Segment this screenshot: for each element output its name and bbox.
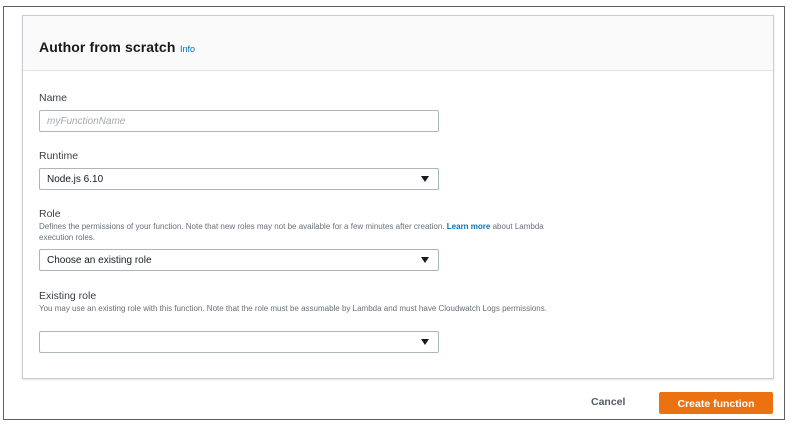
runtime-select[interactable]: Node.js 6.10 (39, 168, 439, 190)
info-link[interactable]: Info (180, 44, 195, 54)
panel-title: Author from scratch (39, 39, 176, 55)
role-selected-value: Choose an existing role (47, 255, 152, 266)
cancel-button[interactable]: Cancel (591, 396, 625, 408)
existing-role-description: You may use an existing role with this f… (39, 304, 547, 313)
caret-down-icon (421, 176, 429, 182)
runtime-selected-value: Node.js 6.10 (47, 174, 104, 185)
panel-header: Author from scratch Info (23, 16, 773, 71)
author-from-scratch-panel: Author from scratch Info Name Runtime No… (22, 15, 774, 379)
caret-down-icon (421, 339, 429, 345)
name-label: Name (39, 92, 68, 104)
runtime-label: Runtime (39, 150, 79, 162)
existing-role-select[interactable] (39, 331, 439, 353)
create-function-button[interactable]: Create function (659, 392, 773, 414)
role-select[interactable]: Choose an existing role (39, 249, 439, 271)
existing-role-label: Existing role (39, 290, 97, 302)
role-label: Role (39, 208, 61, 220)
function-name-input[interactable] (39, 110, 439, 132)
role-description: Defines the permissions of your function… (39, 221, 579, 243)
window-frame: Author from scratch Info Name Runtime No… (3, 6, 785, 420)
role-description-text: Defines the permissions of your function… (39, 222, 445, 231)
caret-down-icon (421, 257, 429, 263)
learn-more-link[interactable]: Learn more (447, 222, 491, 231)
